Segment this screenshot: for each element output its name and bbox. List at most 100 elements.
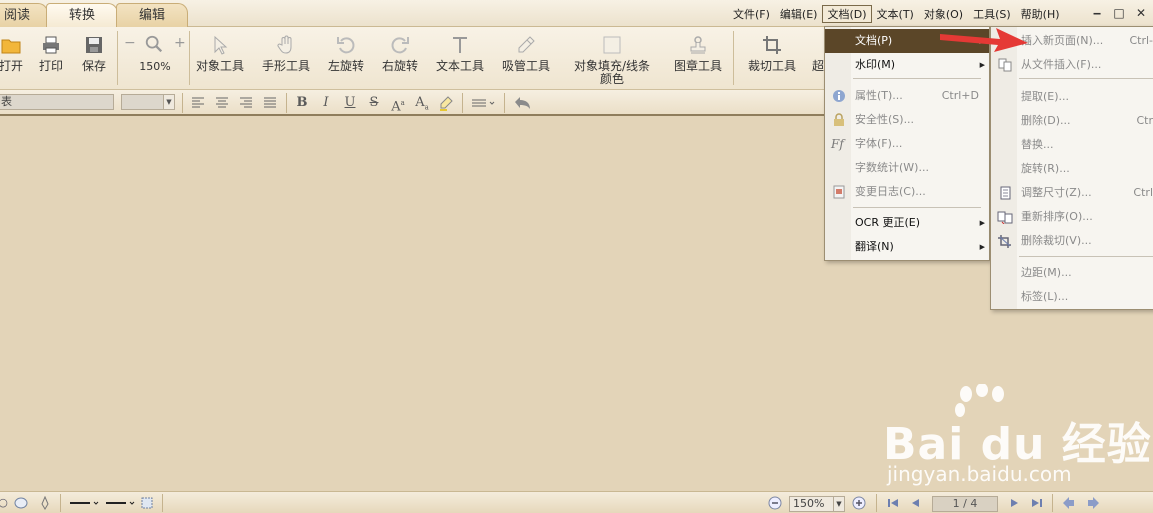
subscript-icon[interactable]: Aa <box>414 95 430 112</box>
format-separator <box>286 93 287 113</box>
hand-tool-button[interactable]: 手形工具 <box>258 27 314 89</box>
menu-item-resize[interactable]: 调整尺寸(Z)... Ctrl <box>991 181 1153 205</box>
crop-tool-label: 裁切工具 <box>747 59 796 73</box>
line-style-icon[interactable] <box>68 496 102 510</box>
first-page-icon[interactable] <box>886 496 900 510</box>
menu-item-word-count[interactable]: 字数统计(W)... <box>825 156 989 180</box>
stamp-tool-button[interactable]: 图章工具 <box>670 27 726 89</box>
align-right-icon[interactable] <box>238 95 254 111</box>
menu-item-replace[interactable]: 替换... <box>991 133 1153 157</box>
menu-separator <box>853 207 981 208</box>
align-center-icon[interactable] <box>214 95 230 111</box>
open-button[interactable]: 打开 <box>0 27 28 89</box>
menu-item-ocr-correct[interactable]: OCR 更正(E) ▶ <box>825 211 989 235</box>
zoom-out-icon[interactable] <box>768 496 782 510</box>
magnifier-icon[interactable] <box>144 34 164 54</box>
object-tool-button[interactable]: 对象工具 <box>192 27 248 89</box>
bold-icon[interactable]: B <box>294 95 310 111</box>
tab-convert[interactable]: 转换 <box>46 3 118 27</box>
menu-bar: 文件(F) 编辑(E) 文档(D) 文本(T) 对象(O) 工具(S) 帮助(H… <box>728 5 1065 23</box>
menu-item-label: 旋转(R)... <box>1021 162 1070 175</box>
menu-item-extract[interactable]: 提取(E)... <box>991 85 1153 109</box>
menu-item-remove-crop[interactable]: 删除裁切(V)... <box>991 229 1153 253</box>
pen-icon[interactable] <box>38 496 52 510</box>
menu-item-translate[interactable]: 翻译(N) ▶ <box>825 235 989 259</box>
menu-text[interactable]: 文本(T) <box>872 5 919 23</box>
zoom-select[interactable]: 150% ▼ <box>789 496 845 512</box>
title-bar: 阅读 转换 编辑 文件(F) 编辑(E) 文档(D) 文本(T) 对象(O) 工… <box>0 0 1153 27</box>
menu-item-labels[interactable]: 标签(L)... <box>991 285 1153 309</box>
menu-item-delete[interactable]: 删除(D)... Ctr <box>991 109 1153 133</box>
menu-item-security[interactable]: 安全性(S)... <box>825 108 989 132</box>
last-page-icon[interactable] <box>1030 496 1044 510</box>
minimize-button[interactable]: ‒ <box>1086 4 1108 23</box>
strikethrough-icon[interactable]: S <box>366 95 382 111</box>
ellipse-icon[interactable] <box>14 496 28 510</box>
chevron-down-icon[interactable]: ▼ <box>833 497 844 511</box>
text-tool-button[interactable]: 文本工具 <box>432 27 488 89</box>
menu-item-insert-from-file[interactable]: 从文件插入(F)... <box>991 53 1153 77</box>
menu-item-reorder[interactable]: 重新排序(O)... <box>991 205 1153 229</box>
underline-icon[interactable]: U <box>342 95 358 111</box>
font-size-combo[interactable]: ▼ <box>121 94 175 110</box>
menu-object[interactable]: 对象(O) <box>919 5 968 23</box>
print-button[interactable]: 打印 <box>34 27 68 89</box>
align-justify-icon[interactable] <box>262 95 278 111</box>
rotate-right-icon <box>391 37 409 54</box>
menu-item-label: 替换... <box>1021 138 1054 151</box>
save-button[interactable]: 保存 <box>77 27 111 89</box>
menu-item-margins[interactable]: 边距(M)... <box>991 261 1153 285</box>
menu-item-label: 标签(L)... <box>1021 290 1069 303</box>
format-separator <box>182 93 183 113</box>
menu-item-change-log[interactable]: 变更日志(C)... <box>825 180 989 204</box>
menu-item-label: 重新排序(O)... <box>1021 210 1093 223</box>
rotate-right-button[interactable]: 右旋转 <box>378 27 422 89</box>
menu-tools[interactable]: 工具(S) <box>968 5 1016 23</box>
reorder-pages-icon <box>997 211 1013 224</box>
close-button[interactable]: ✕ <box>1130 4 1152 23</box>
red-arrow-annotation <box>940 28 1028 52</box>
line-width-icon[interactable] <box>104 496 138 510</box>
font-name-combo[interactable]: 表 <box>0 94 114 110</box>
crop-tool-button[interactable]: 裁切工具 <box>744 27 800 89</box>
menu-item-watermark[interactable]: 水印(M) ▶ <box>825 53 989 77</box>
line-spacing-icon[interactable] <box>470 95 496 111</box>
shape-icon[interactable]: ○ <box>0 496 10 510</box>
rotate-left-button[interactable]: 左旋转 <box>324 27 368 89</box>
eyedropper-button[interactable]: 吸管工具 <box>498 27 554 89</box>
select-area-icon[interactable] <box>140 496 154 510</box>
align-left-icon[interactable] <box>190 95 206 111</box>
menu-help[interactable]: 帮助(H) <box>1016 5 1065 23</box>
menu-item-properties[interactable]: 属性(T)... Ctrl+D <box>825 84 989 108</box>
next-page-icon[interactable] <box>1008 496 1022 510</box>
forward-view-icon[interactable] <box>1086 496 1100 510</box>
menu-document[interactable]: 文档(D) <box>822 5 872 23</box>
color-swatch-icon <box>603 36 621 54</box>
zoom-in-icon[interactable] <box>852 496 866 510</box>
menu-separator <box>1019 78 1153 79</box>
eyedropper-icon <box>518 36 535 53</box>
undo-icon[interactable] <box>512 95 532 111</box>
highlighter-icon[interactable] <box>438 95 454 111</box>
zoom-out-button[interactable]: − <box>124 35 136 51</box>
prev-page-icon[interactable] <box>908 496 922 510</box>
menu-edit[interactable]: 编辑(E) <box>775 5 823 23</box>
zoom-in-button[interactable]: + <box>174 35 186 51</box>
menu-item-label: 删除裁切(V)... <box>1021 234 1092 247</box>
fill-stroke-button[interactable]: 对象填充/线条颜色 <box>564 27 660 89</box>
menu-item-label: 变更日志(C)... <box>855 185 926 198</box>
lock-icon <box>834 113 844 126</box>
tab-edit[interactable]: 编辑 <box>116 3 188 27</box>
menu-item-label: 从文件插入(F)... <box>1021 58 1102 71</box>
menu-file[interactable]: 文件(F) <box>728 5 775 23</box>
superscript-icon[interactable]: Aa <box>390 95 406 114</box>
back-view-icon[interactable] <box>1062 496 1076 510</box>
maximize-button[interactable]: □ <box>1108 4 1130 23</box>
page-indicator[interactable]: 1 / 4 <box>932 496 998 512</box>
menu-item-rotate[interactable]: 旋转(R)... <box>991 157 1153 181</box>
page-submenu: 插入新页面(N)... Ctrl- 从文件插入(F)... 提取(E)... 删… <box>990 26 1153 310</box>
tab-read[interactable]: 阅读 <box>0 3 48 27</box>
italic-icon[interactable]: I <box>318 95 334 111</box>
menu-item-fonts[interactable]: Ff 字体(F)... <box>825 132 989 156</box>
chevron-down-icon[interactable]: ▼ <box>163 95 174 109</box>
